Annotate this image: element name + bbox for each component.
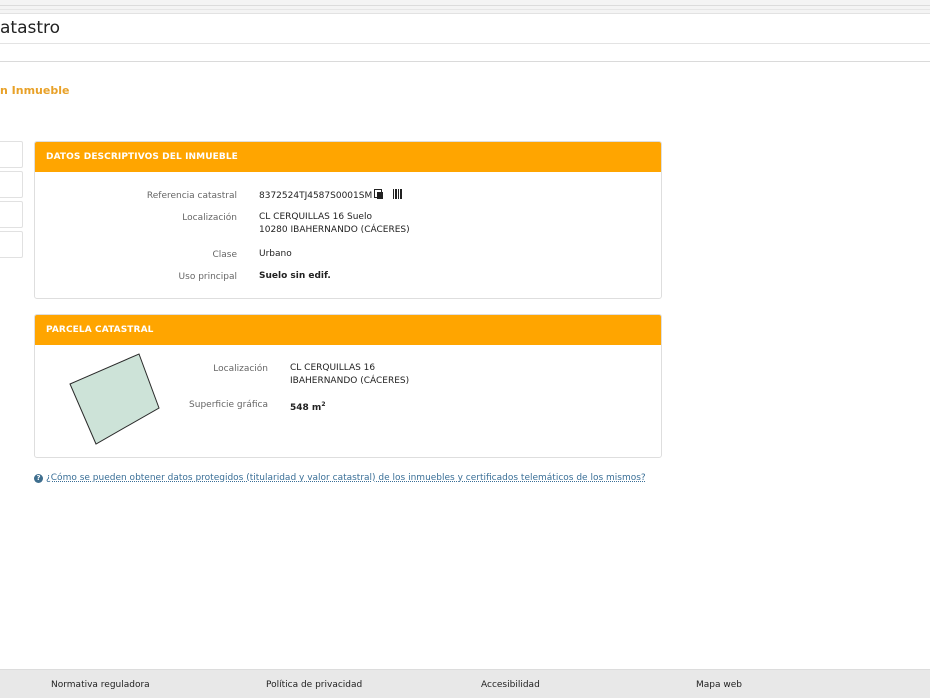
area-unit-exponent: 2 <box>321 401 326 408</box>
side-tab-2[interactable] <box>0 171 23 198</box>
cadastral-parcel-panel: PARCELA CATASTRAL Localización CL CERQUI… <box>34 314 662 458</box>
location-label: Localización <box>182 213 237 223</box>
use-label: Uso principal <box>178 272 237 282</box>
parcel-location-label: Localización <box>213 364 268 374</box>
location-line-2: 10280 IBAHERNANDO (CÁCERES) <box>259 225 410 235</box>
protected-data-help-link[interactable]: ¿Cómo se pueden obtener datos protegidos… <box>46 473 646 483</box>
barcode-icon[interactable] <box>393 189 404 199</box>
footer-link-normativa[interactable]: Normativa reguladora <box>51 680 150 690</box>
parcel-panel-title: PARCELA CATASTRAL <box>35 315 661 345</box>
footer-link-privacidad[interactable]: Política de privacidad <box>266 680 362 690</box>
area-label: Superficie gráfica <box>189 400 268 410</box>
ref-value-row: 8372524TJ4587S0001SM <box>259 189 404 203</box>
copy-icon[interactable] <box>374 189 384 199</box>
site-header: atastro <box>0 14 930 44</box>
help-line: ? ¿Cómo se pueden obtener datos protegido… <box>34 473 646 483</box>
ref-value: 8372524TJ4587S0001SM <box>259 191 373 201</box>
side-tab-3[interactable] <box>0 201 23 228</box>
footer-link-mapa-web[interactable]: Mapa web <box>696 680 742 690</box>
location-value: CL CERQUILLAS 16 Suelo 10280 IBAHERNANDO… <box>259 211 410 237</box>
class-value: Urbano <box>259 249 292 259</box>
ref-label: Referencia catastral <box>146 191 237 201</box>
parcel-location-value: CL CERQUILLAS 16 IBAHERNANDO (CÁCERES) <box>290 362 409 388</box>
use-value: Suelo sin edif. <box>259 271 331 281</box>
browser-top-strip <box>0 0 930 14</box>
parcel-location-line-2: IBAHERNANDO (CÁCERES) <box>290 376 410 386</box>
side-tab-4[interactable] <box>0 231 23 258</box>
descriptive-panel-title: DATOS DESCRIPTIVOS DEL INMUEBLE <box>35 142 661 172</box>
descriptive-data-panel: DATOS DESCRIPTIVOS DEL INMUEBLE Referenc… <box>34 141 662 299</box>
site-title: atastro <box>0 18 61 38</box>
area-number: 548 m <box>290 403 322 413</box>
help-icon: ? <box>34 474 43 483</box>
footer: Normativa reguladora Política de privaci… <box>0 669 930 698</box>
header-divider <box>0 61 930 62</box>
page-title: n Inmueble <box>0 84 70 97</box>
parcel-location-line-1: CL CERQUILLAS 16 <box>290 363 376 373</box>
area-value: 548 m2 <box>290 398 326 415</box>
location-line-1: CL CERQUILLAS 16 Suelo <box>259 212 372 222</box>
footer-link-accesibilidad[interactable]: Accesibilidad <box>481 680 540 690</box>
side-tab-1[interactable] <box>0 141 23 168</box>
class-label: Clase <box>212 250 237 260</box>
